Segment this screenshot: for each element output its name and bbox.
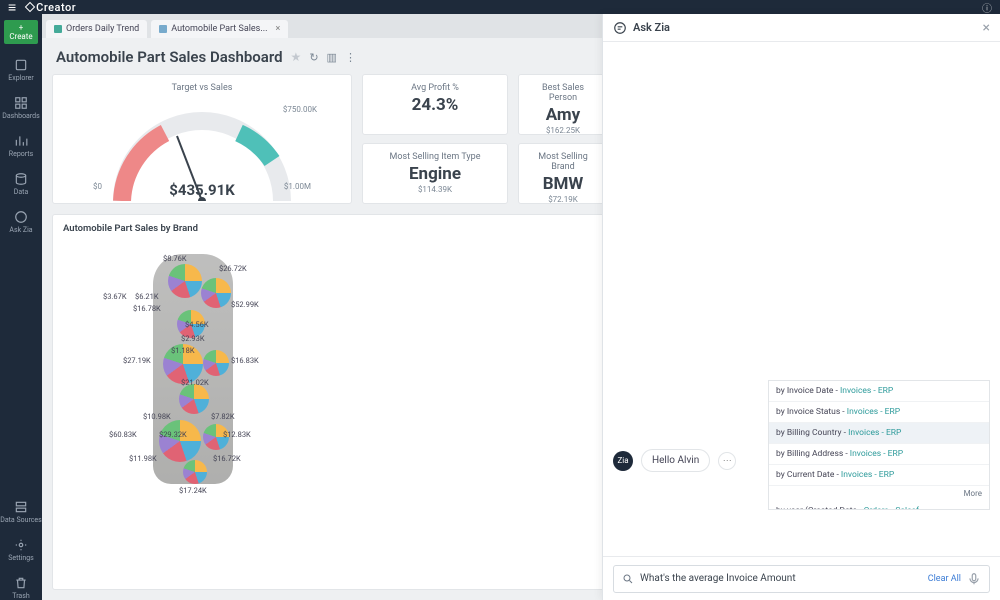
zia-message: Zia Hello Alvin ⋯ [613,449,736,472]
close-icon[interactable]: × [275,24,280,34]
zia-greeting: Hello Alvin [641,449,710,472]
suggestion-item[interactable]: by year (Created Date - Orders - Salesf.… [769,501,989,510]
kpi-sub: $114.39K [373,185,497,194]
nav-data[interactable]: Data [14,172,29,196]
nav-trash[interactable]: Trash [12,576,29,600]
page-title: Automobile Part Sales Dashboard [56,48,283,66]
suggestion-item[interactable]: by Invoice Status - Invoices - ERP [769,402,989,423]
zia-header: Ask Zia × [603,14,1000,42]
nav-dashboards[interactable]: Dashboards [2,96,39,120]
search-icon [622,573,634,585]
clear-all-button[interactable]: Clear All [928,574,961,584]
kpi-sub: $162.25K [529,126,597,135]
card-title: Target vs Sales [63,83,341,93]
gauge-target-label: $750.00K [283,105,317,114]
kpi-sub: $72.19K [529,195,597,204]
mic-icon[interactable] [967,572,981,586]
zia-input-bar: Clear All [603,556,1000,600]
favorite-icon[interactable]: ★ [291,50,302,64]
zia-suggestions: by Invoice Date - Invoices - ERP by Invo… [768,380,990,510]
card-target-vs-sales: Target vs Sales $750.00K $0 $1.00M $435.… [52,74,352,204]
kpi-value: Engine [373,164,497,184]
left-nav: + Create Explorer Dashboards Reports Dat… [0,14,42,600]
zia-title: Ask Zia [633,21,670,34]
card-avg-profit: Avg Profit % 24.3% [362,74,508,135]
tab-auto-sales[interactable]: Automobile Part Sales...× [151,20,288,38]
zia-query-input[interactable] [640,573,922,584]
zia-icon [613,21,627,35]
kpi-value: Amy [529,105,597,125]
card-best-person: Best Sales Person Amy $162.25K [518,74,608,135]
more-icon[interactable]: ⋮ [345,51,356,64]
suggestion-item[interactable]: by Billing Address - Invoices - ERP [769,444,989,465]
close-icon[interactable]: × [983,20,990,36]
chart-icon [54,25,62,33]
suggestions-more[interactable]: More [769,486,989,501]
card-top-brand: Most Selling Brand BMW $72.19K [518,143,608,204]
zia-avatar-icon: Zia [613,451,633,471]
nav-reports[interactable]: Reports [9,134,33,158]
app-topbar: ≡ Creator ⓘ [0,0,1000,14]
nav-settings[interactable]: Settings [8,538,34,562]
content-area: Orders Daily Trend Automobile Part Sales… [42,14,1000,600]
nav-explorer[interactable]: Explorer [8,58,33,82]
help-icon[interactable]: ⓘ [982,0,992,15]
suggestion-item[interactable]: by Billing Country - Invoices - ERP [769,423,989,444]
kpi-value: 24.3% [373,95,497,115]
ask-zia-panel: Ask Zia × Zia Hello Alvin ⋯ by Invoice D… [602,14,1000,600]
suggestion-item[interactable]: by Invoice Date - Invoices - ERP [769,381,989,402]
app-logo-icon [24,1,36,13]
kpi-value: BMW [529,174,597,194]
tab-orders-trend[interactable]: Orders Daily Trend [46,20,147,38]
suggestion-item[interactable]: by Current Date - Invoices - ERP [769,465,989,486]
create-button[interactable]: + Create [4,20,38,44]
nav-ask-zia[interactable]: Ask Zia [9,210,32,234]
more-icon[interactable]: ⋯ [718,452,736,470]
card-item-type: Most Selling Item Type Engine $114.39K [362,143,508,204]
nav-data-sources[interactable]: Data Sources [0,500,42,524]
gauge-value: $435.91K [53,181,351,199]
dashboard-icon [159,25,167,33]
refresh-icon[interactable]: ↻ [309,51,318,64]
app-name: Creator [36,1,76,14]
chart-mode-icon[interactable]: ▥ [327,51,337,64]
